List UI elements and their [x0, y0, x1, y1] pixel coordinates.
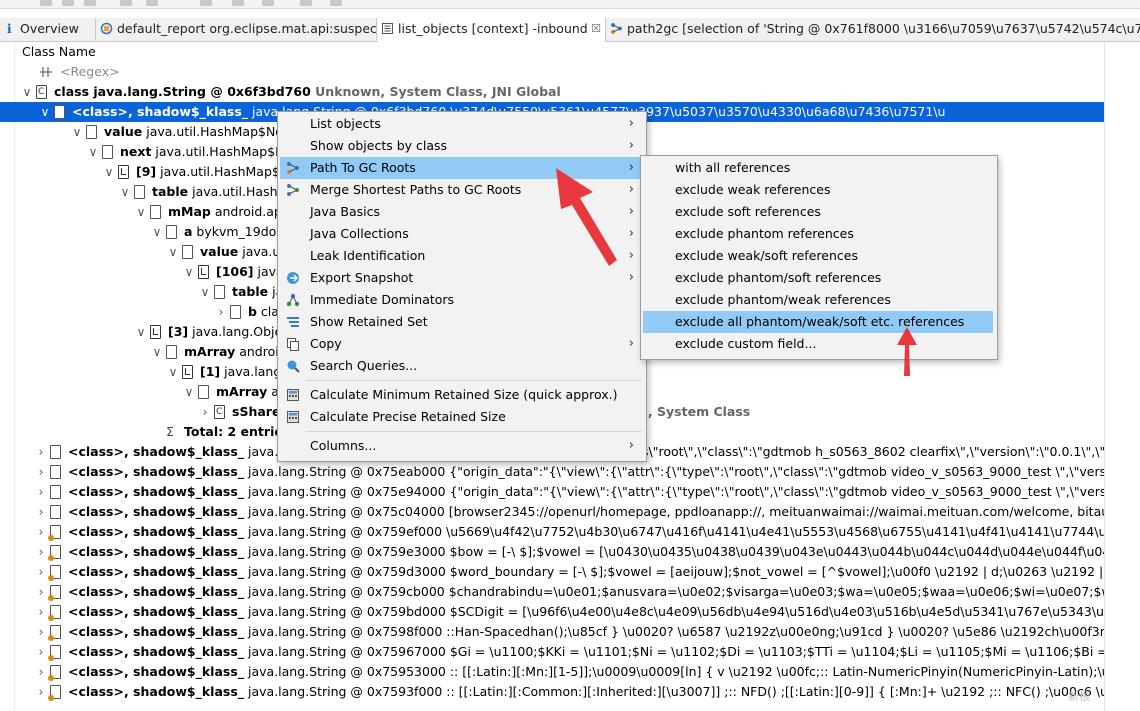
red-arrow-annotation — [897, 327, 917, 376]
annotation-layer — [556, 168, 917, 376]
red-arrow-annotation — [556, 168, 617, 266]
watermark-text: 新根 — [1068, 690, 1090, 703]
